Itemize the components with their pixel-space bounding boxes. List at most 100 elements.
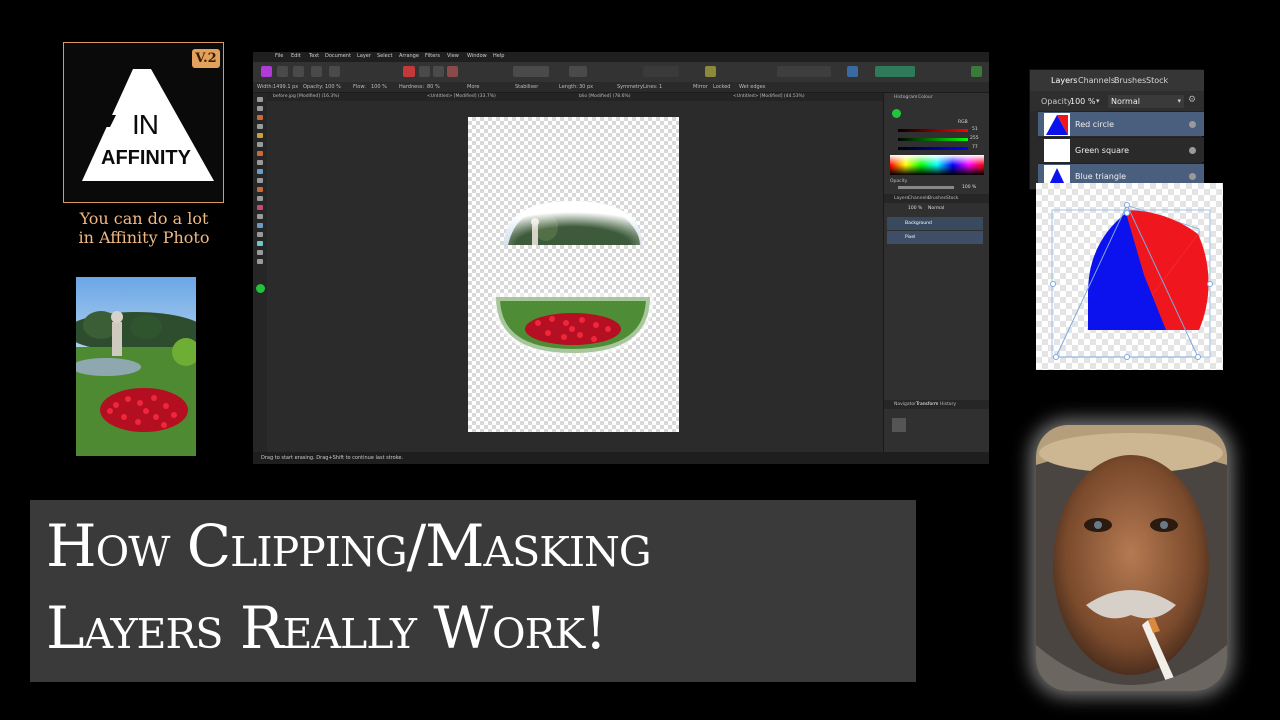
- green-slider[interactable]: [898, 138, 968, 141]
- develop-persona-icon[interactable]: [293, 66, 304, 77]
- photo-persona-icon[interactable]: [261, 66, 272, 77]
- opacity-value[interactable]: 100 %: [325, 84, 341, 90]
- selection-mode-icons[interactable]: [513, 66, 549, 77]
- menu-document[interactable]: Document: [325, 53, 351, 59]
- arrange-icons[interactable]: [777, 66, 831, 77]
- auto-colors-icon[interactable]: [433, 66, 444, 77]
- menu-arrange[interactable]: Arrange: [399, 53, 419, 59]
- blue-value[interactable]: 77: [972, 145, 978, 150]
- more-button[interactable]: More: [467, 84, 479, 90]
- locked-toggle[interactable]: Locked: [713, 84, 730, 90]
- menu-select[interactable]: Select: [377, 53, 392, 59]
- color-mode[interactable]: RGB: [958, 120, 968, 125]
- align-icons[interactable]: [643, 66, 679, 77]
- tab-histogram[interactable]: Histogram: [894, 95, 917, 100]
- crop-tool-icon[interactable]: [257, 124, 263, 129]
- menu-window[interactable]: Window: [467, 53, 487, 59]
- auto-white-balance-icon[interactable]: [447, 66, 458, 77]
- healing-tool-icon[interactable]: [257, 187, 263, 192]
- menu-filters[interactable]: Filters: [425, 53, 440, 59]
- tab-channels-small[interactable]: Channels: [908, 196, 929, 201]
- fill-color-swatch[interactable]: [892, 109, 901, 118]
- gear-icon[interactable]: ⚙: [1188, 95, 1196, 105]
- green-value[interactable]: 255: [970, 136, 979, 141]
- move-tool-icon[interactable]: [257, 97, 263, 102]
- visibility-dot-icon[interactable]: [1189, 147, 1196, 154]
- snapping-icon[interactable]: [705, 66, 716, 77]
- tone-mapping-persona-icon[interactable]: [311, 66, 322, 77]
- auto-levels-icon[interactable]: [403, 66, 415, 77]
- visibility-dot-icon[interactable]: [1189, 121, 1196, 128]
- menu-edit[interactable]: Edit: [291, 53, 301, 59]
- layers-blend-small[interactable]: Normal: [928, 206, 944, 211]
- mirror-toggle[interactable]: Mirror: [693, 84, 708, 90]
- liquify-persona-icon[interactable]: [277, 66, 288, 77]
- menu-layer[interactable]: Layer: [357, 53, 371, 59]
- menu-view[interactable]: View: [447, 53, 459, 59]
- tab-brushes[interactable]: Brushes: [1114, 76, 1146, 85]
- view-tool-icon[interactable]: [257, 106, 263, 111]
- flow-value[interactable]: 100 %: [371, 84, 387, 90]
- insert-icon[interactable]: [847, 66, 858, 77]
- tab-channels[interactable]: Channels: [1078, 76, 1115, 85]
- opacity-panel-value[interactable]: 100 %: [962, 185, 976, 190]
- clone-tool-icon[interactable]: [257, 169, 263, 174]
- layers-opacity-small[interactable]: 100 %: [908, 206, 922, 211]
- gradient-tool-icon[interactable]: [257, 214, 263, 219]
- layer-row-red-circle[interactable]: Red circle: [1038, 111, 1204, 136]
- doc-tab-4[interactable]: <Untitled> [Modified] (44.53%): [733, 94, 805, 99]
- tab-transform[interactable]: Transform: [916, 402, 938, 407]
- eyedropper-tool-icon[interactable]: [257, 259, 263, 264]
- tab-layers-small[interactable]: Layers: [894, 196, 909, 201]
- shape-tool-icon[interactable]: [257, 241, 263, 246]
- doc-tab-2[interactable]: <Untitled> [Modified] (33.7%): [427, 94, 496, 99]
- flood-select-tool-icon[interactable]: [257, 142, 263, 147]
- tab-navigator[interactable]: Navigator: [894, 402, 916, 407]
- stabiliser-toggle[interactable]: Stabiliser: [515, 84, 538, 90]
- tab-stock-small[interactable]: Stock: [946, 196, 958, 201]
- layer-row-background[interactable]: Background: [887, 217, 983, 230]
- layer-row-green-square[interactable]: Green square: [1038, 137, 1204, 162]
- opacity-dropdown-icon[interactable]: ▾: [1096, 97, 1100, 105]
- doc-tab-1[interactable]: before.jpg [Modified] (16.3%): [273, 94, 339, 99]
- lines-value[interactable]: 1: [659, 84, 662, 90]
- text-tool-icon[interactable]: [257, 250, 263, 255]
- dodge-tool-icon[interactable]: [257, 160, 263, 165]
- auto-contrast-icon[interactable]: [419, 66, 430, 77]
- transform-anchor-icon[interactable]: [892, 418, 906, 432]
- tab-stock[interactable]: Stock: [1146, 76, 1168, 85]
- node-tool-icon[interactable]: [257, 232, 263, 237]
- tab-history[interactable]: History: [940, 402, 956, 407]
- erase-brush-tool-icon[interactable]: [257, 151, 263, 156]
- pen-tool-icon[interactable]: [257, 223, 263, 228]
- opacity-slider[interactable]: [898, 186, 954, 189]
- primary-color-swatch[interactable]: [256, 284, 265, 293]
- menu-file[interactable]: File: [275, 53, 283, 59]
- paint-brush-tool-icon[interactable]: [257, 115, 263, 120]
- color-spectrum[interactable]: [890, 155, 984, 175]
- menu-help[interactable]: Help: [493, 53, 504, 59]
- red-eye-tool-icon[interactable]: [257, 196, 263, 201]
- doc-tab-3[interactable]: blio [Modified] (78.6%): [579, 94, 631, 99]
- selection-brush-tool-icon[interactable]: [257, 133, 263, 138]
- symmetry-toggle[interactable]: Symmetry: [617, 84, 643, 90]
- length-value[interactable]: 30 px: [579, 84, 593, 90]
- wet-edges-toggle[interactable]: Wet edges: [739, 84, 765, 90]
- visibility-dot-icon[interactable]: [1189, 173, 1196, 180]
- clipped-shapes-preview[interactable]: [1036, 183, 1223, 370]
- blend-mode-select[interactable]: Normal ▾: [1108, 95, 1184, 108]
- hardness-value[interactable]: 80 %: [427, 84, 440, 90]
- export-persona-icon[interactable]: [329, 66, 340, 77]
- red-slider[interactable]: [898, 129, 968, 132]
- account-icon[interactable]: [971, 66, 982, 77]
- document-canvas[interactable]: [468, 117, 679, 432]
- blue-slider[interactable]: [898, 147, 968, 150]
- tab-colour[interactable]: Colour: [918, 95, 933, 100]
- quick-mask-icon[interactable]: [569, 66, 587, 77]
- width-value[interactable]: 1499.1 px: [273, 84, 298, 90]
- tab-brushes-small[interactable]: Brushes: [928, 196, 946, 201]
- layer-row-pixel[interactable]: Pixel: [887, 231, 983, 244]
- red-value[interactable]: 51: [972, 127, 978, 132]
- opacity-value[interactable]: 100 %: [1070, 97, 1095, 106]
- boolean-icons[interactable]: [875, 66, 915, 77]
